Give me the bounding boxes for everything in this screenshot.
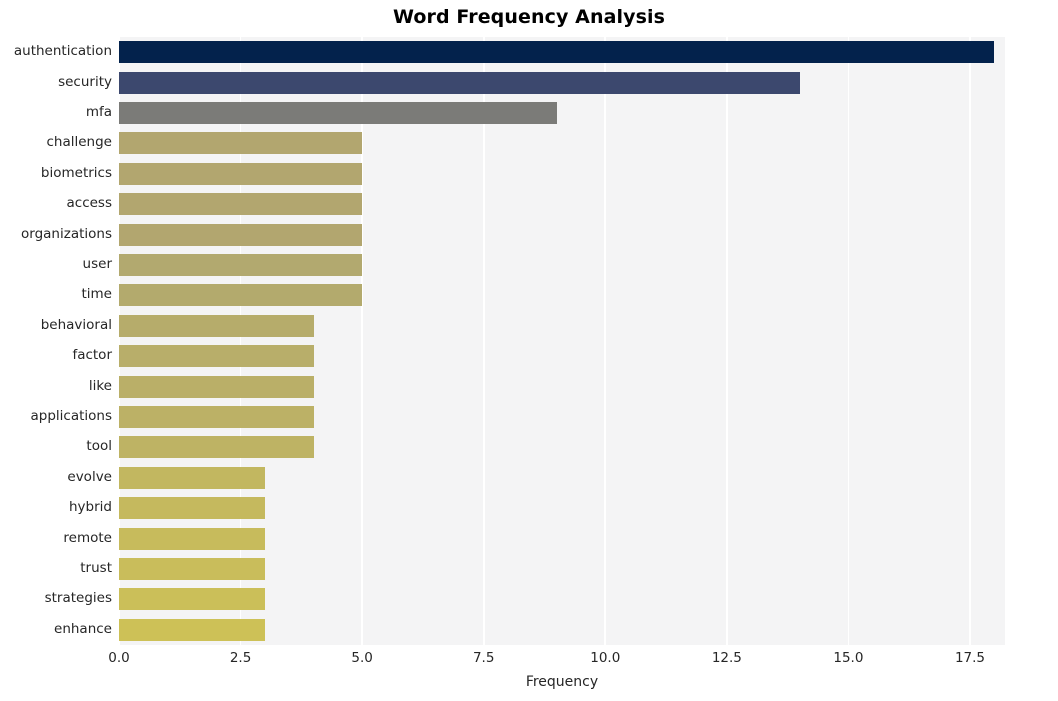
x-tick-label-17.5: 17.5 — [954, 650, 986, 666]
y-tick-label-time: time — [81, 286, 112, 303]
bar-row — [119, 466, 1005, 489]
y-tick-label-applications: applications — [30, 408, 112, 424]
bar-behavioral — [119, 314, 314, 337]
x-tick-label-5.0: 5.0 — [351, 650, 373, 666]
bar-time — [119, 284, 363, 307]
x-tick-label-12.5: 12.5 — [711, 650, 742, 666]
y-axis-tick-labels: authentication security mfa challenge biomet… — [0, 37, 112, 645]
bar-row — [119, 284, 1005, 307]
y-tick-label-authentication: authentication — [13, 43, 112, 60]
y-tick-label-evolve: evolve — [67, 468, 112, 485]
y-tick-label-biometrics: biometrics — [40, 164, 112, 181]
bar-row — [119, 436, 1005, 459]
bar-mfa — [119, 101, 557, 125]
y-tick-label-strategies: strategies — [44, 590, 112, 607]
x-tick-label-7.5: 7.5 — [472, 650, 495, 666]
bar-row — [119, 497, 1005, 520]
bar-hybrid — [119, 497, 265, 520]
bar-organizations — [119, 223, 363, 246]
y-tick-label-security: security — [58, 73, 112, 90]
bar-row — [119, 618, 1005, 641]
bar-row — [119, 71, 1005, 94]
bar-strategies — [119, 588, 265, 611]
bar-evolve — [119, 466, 265, 489]
x-tick-label-15.0: 15.0 — [833, 650, 864, 666]
x-axis-label: Frequency — [525, 674, 599, 690]
bar-row — [119, 223, 1005, 246]
y-tick-label-user: user — [82, 256, 112, 272]
bar-user — [119, 253, 363, 277]
bar-applications — [119, 405, 314, 429]
y-tick-label-hybrid: hybrid — [69, 499, 112, 516]
bar-like — [119, 375, 314, 398]
y-tick-label-behavioral: behavioral — [40, 316, 112, 333]
bar-challenge — [119, 132, 363, 155]
bar-row — [119, 405, 1005, 429]
x-axis-tick-labels: 0.0 2.5 5.0 7.5 10.0 12.5 15.0 17.5 — [108, 650, 1005, 672]
bar-row — [119, 101, 1005, 125]
y-tick-label-mfa: mfa — [85, 104, 112, 120]
y-tick-label-organizations: organizations — [21, 225, 112, 242]
y-tick-label-enhance: enhance — [54, 620, 112, 637]
bar-enhance — [119, 618, 265, 641]
bar-row — [119, 314, 1005, 337]
bar-row — [119, 132, 1005, 155]
bar-biometrics — [119, 162, 363, 185]
x-tick-label-0.0: 0.0 — [108, 650, 130, 666]
bar-series — [119, 37, 1005, 645]
bar-access — [119, 193, 363, 216]
y-tick-label-access: access — [66, 195, 113, 212]
bar-row — [119, 193, 1005, 216]
bar-tool — [119, 436, 314, 459]
bar-row — [119, 588, 1005, 611]
bar-factor — [119, 345, 314, 368]
bar-row — [119, 162, 1005, 185]
y-tick-label-factor: factor — [72, 347, 112, 364]
y-tick-label-remote: remote — [63, 529, 112, 546]
bar-row — [119, 41, 1005, 64]
bar-row — [119, 557, 1005, 581]
y-tick-label-like: like — [88, 377, 112, 394]
chart-title: Word Frequency Analysis — [392, 6, 666, 28]
bar-row — [119, 375, 1005, 398]
bar-row — [119, 527, 1005, 550]
y-tick-label-challenge: challenge — [46, 134, 113, 151]
bar-remote — [119, 527, 265, 550]
x-tick-label-2.5: 2.5 — [229, 650, 252, 666]
x-tick-label-10.0: 10.0 — [590, 650, 621, 666]
bar-authentication — [119, 41, 995, 64]
plot-area — [118, 37, 1005, 645]
bar-security — [119, 71, 800, 94]
bar-row — [119, 253, 1005, 277]
word-frequency-chart: Word Frequency Analysis authentication se… — [0, 0, 1058, 701]
y-tick-label-trust: trust — [80, 560, 112, 576]
y-tick-label-tool: tool — [86, 438, 112, 455]
bar-trust — [119, 557, 265, 581]
bar-row — [119, 345, 1005, 368]
